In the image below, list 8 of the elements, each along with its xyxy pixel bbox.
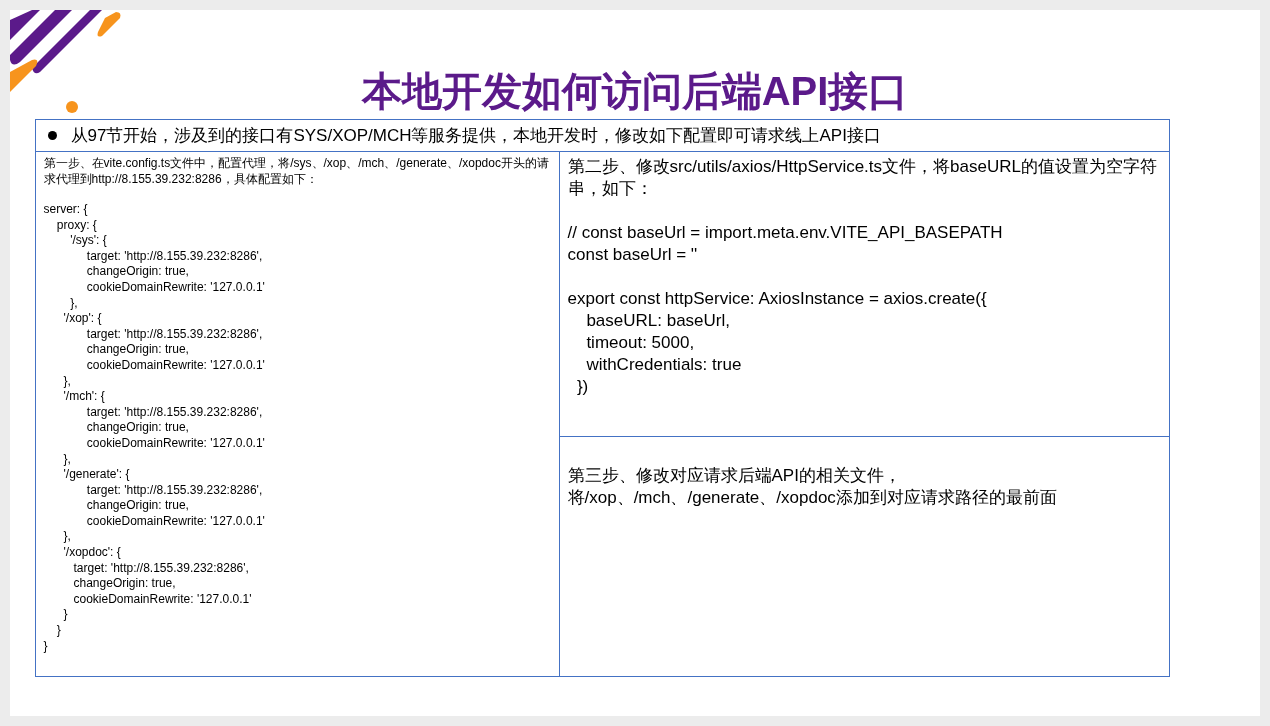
step-three-text: 第三步、修改对应请求后端API的相关文件，将/xop、/mch、/generate、/xopdoc添加到对应请求路径的最前面 — [567, 465, 1058, 509]
step-two-text: 第二步、修改src/utils/axios/HttpService.ts文件，将baseURL的值设置为空字符串，如下： — [567, 156, 1158, 200]
bullet-text: 从97节开始，涉及到的接口有SYS/XOP/MCH等服务提供，本地开发时，修改如下配置即可请求线上API接口 — [70, 124, 881, 147]
slide-title: 本地开发如何访问后端API接口 — [361, 68, 909, 115]
http-service-code: // const baseUrl = import.meta.env.VITE_API_BASEPATH const baseUrl = '' export const httpService: AxiosInstance = axios.create({ baseURL: baseUrl, timeout: 5000, withCredentials: true }) — [567, 222, 1004, 398]
bullet-icon — [47, 131, 57, 140]
proxy-config-code: server: { proxy: { '/sys': { target: 'http://8.155.39.232:8286', changeOrigin: true, cookieDomainRewrite: '127.0.0.1' }, '/xop': { target: 'http://8.155.39.232:8286', changeOrigin: true, cookieDomainRewrite: '127.0.0.1' }, '/mch': { target: 'http://8.155.39.232:8286', changeOrigin: true, cookieDomainRewrite: '127.0.0.1' }, '/generate': { target: 'http://8.155.39.232:8286', changeOrigin: true, cookieDomainRewrite: '127.0.0.1' }, '/xopdoc': { target: 'http://8.155.39.232:8286', changeOrigin: true, cookieDomainRewrite: '127.0.0.1' } } } — [43, 202, 266, 655]
step-one-text: 第一步、在vite.config.ts文件中，配置代理，将/sys、/xop、/mch、/generate、/xopdoc开头的请求代理到http://8.155.39.232:8286，具体配置如下： — [43, 156, 550, 187]
